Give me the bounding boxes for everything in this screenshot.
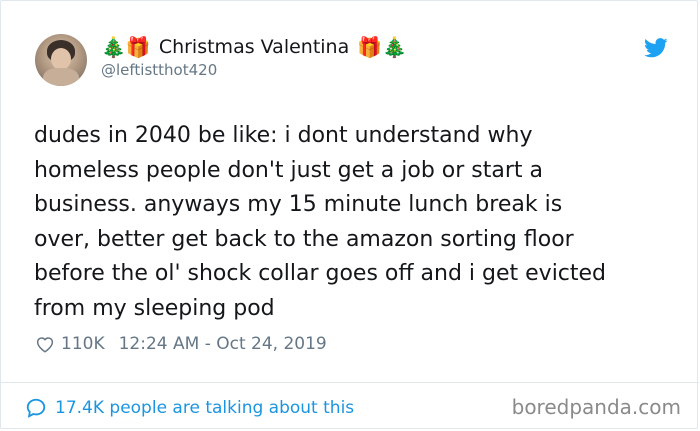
footer-divider bbox=[1, 382, 699, 383]
christmas-emoji-left: 🎄🎁 bbox=[101, 35, 151, 59]
author-handle[interactable]: @leftistthot420 bbox=[101, 61, 217, 79]
avatar-face bbox=[51, 48, 71, 70]
like-count[interactable]: 110K bbox=[61, 334, 105, 354]
speech-bubble-icon bbox=[26, 398, 46, 418]
avatar-body bbox=[43, 68, 79, 86]
tweet-meta: 110K 12:24 AM - Oct 24, 2019 bbox=[35, 331, 327, 357]
author-name-row[interactable]: 🎄🎁 Christmas Valentina 🎁🎄 bbox=[101, 34, 407, 60]
tweet-timestamp[interactable]: 12:24 AM - Oct 24, 2019 bbox=[119, 334, 327, 354]
boredpanda-watermark: boredpanda.com bbox=[511, 395, 681, 419]
author-display-name[interactable]: Christmas Valentina bbox=[159, 36, 349, 58]
twitter-bird-icon[interactable] bbox=[644, 38, 668, 58]
christmas-emoji-right: 🎁🎄 bbox=[357, 35, 408, 59]
tweet-card: 🎄🎁 Christmas Valentina 🎁🎄 @leftistthot42… bbox=[0, 0, 699, 429]
heart-icon[interactable] bbox=[35, 335, 55, 353]
tweet-text: dudes in 2040 be like: i dont understand… bbox=[34, 123, 607, 321]
talking-about-text[interactable]: 17.4K people are talking about this bbox=[55, 398, 354, 418]
talking-about-link[interactable]: 17.4K people are talking about this bbox=[25, 395, 354, 421]
avatar[interactable] bbox=[35, 34, 87, 86]
